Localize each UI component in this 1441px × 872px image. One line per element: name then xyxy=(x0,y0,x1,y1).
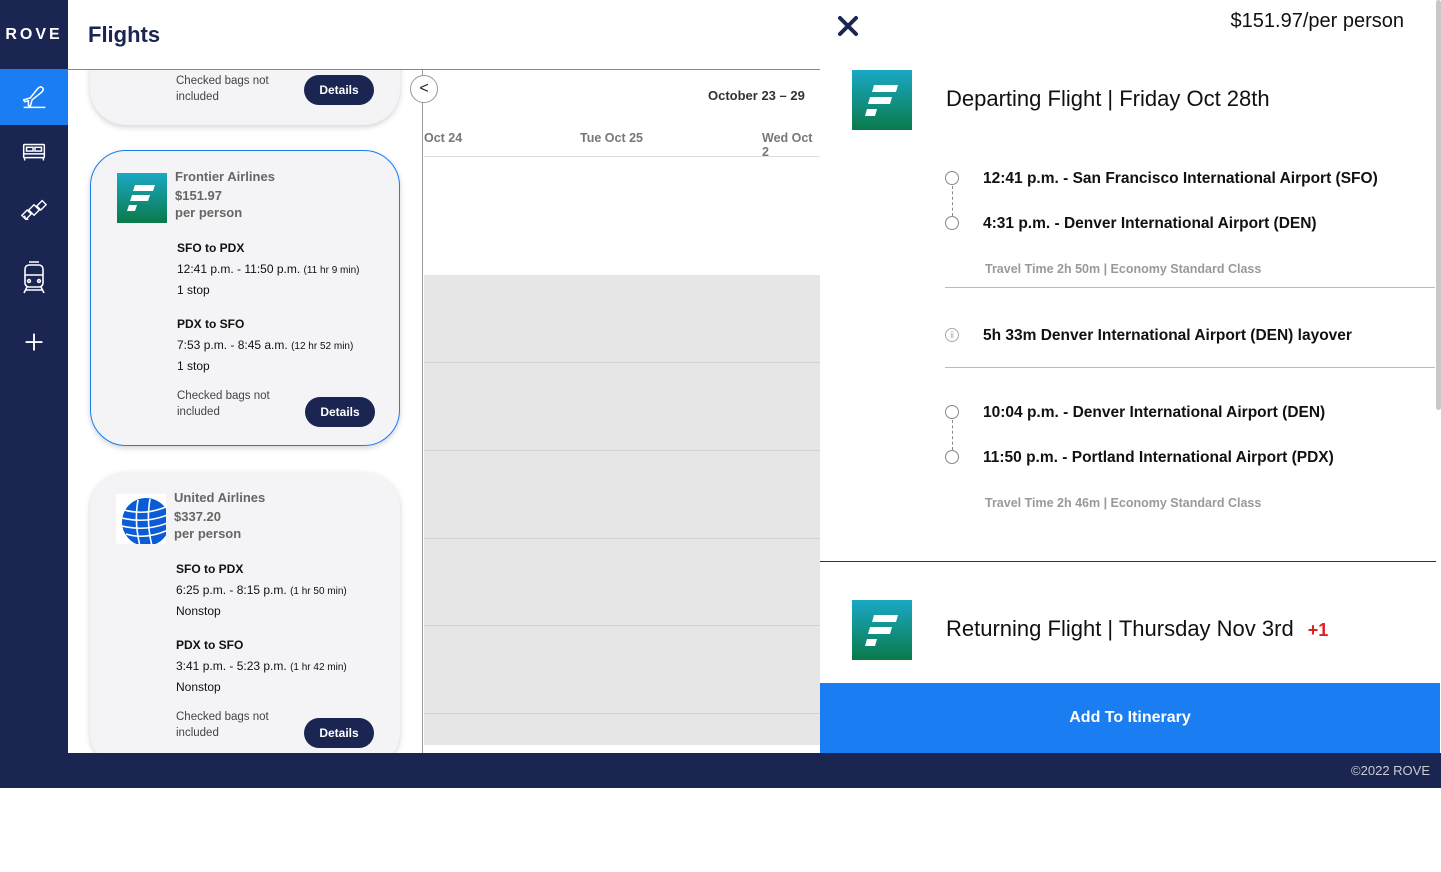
calendar-row-line xyxy=(424,713,820,714)
details-button[interactable]: Details xyxy=(304,718,374,748)
departing-flight-heading: Departing Flight | Friday Oct 28th xyxy=(946,86,1270,111)
segment-return: PDX to SFO 3:41 p.m. - 5:23 p.m. (1 hr 4… xyxy=(176,638,347,694)
bed-icon xyxy=(22,143,46,161)
calendar-row-line xyxy=(424,538,820,539)
airline-price: $151.97 xyxy=(175,188,222,203)
page-title: Flights xyxy=(88,22,161,47)
day-offset-badge: +1 xyxy=(1307,620,1329,640)
train-icon xyxy=(23,261,45,294)
price-per-person: $151.97/per person xyxy=(1230,10,1404,32)
nav-hotels[interactable] xyxy=(0,124,68,180)
calendar-grid[interactable] xyxy=(424,275,820,745)
details-button[interactable]: Details xyxy=(305,397,375,427)
calendar-row-line xyxy=(424,450,820,451)
details-button[interactable]: Details xyxy=(304,75,374,105)
divider xyxy=(945,287,1435,288)
satellite-icon xyxy=(20,199,48,221)
collapse-list-button[interactable]: < xyxy=(410,75,438,103)
day-header: Tue Oct 25 xyxy=(580,131,643,145)
nav-flights[interactable] xyxy=(0,69,68,125)
flight-card-frontier[interactable]: Frontier Airlines $151.97 per person SFO… xyxy=(90,150,400,446)
plus-icon xyxy=(25,333,43,351)
bags-note: Checked bags not included xyxy=(177,390,270,418)
airline-name: Frontier Airlines xyxy=(175,169,275,184)
frontier-logo-icon xyxy=(852,600,912,660)
stop-marker xyxy=(945,171,959,185)
per-person-label: per person xyxy=(174,526,242,541)
airline-name: United Airlines xyxy=(174,490,266,505)
bags-note: Checked bags not included xyxy=(176,75,269,103)
detail-scrollbar[interactable] xyxy=(1436,0,1441,410)
leg1-travel-time: Travel Time 2h 50m | Economy Standard Cl… xyxy=(985,262,1262,276)
nav-trains[interactable] xyxy=(0,248,68,308)
flight-card[interactable]: Checked bags not included Details xyxy=(90,70,400,125)
per-person-label: per person xyxy=(175,205,243,220)
bags-note: Checked bags not included xyxy=(176,711,269,739)
calendar-row-line xyxy=(424,625,820,626)
flight-card-united[interactable]: United Airlines $337.20 per person SFO t… xyxy=(90,472,400,753)
leg1-departure: 12:41 p.m. - San Francisco International… xyxy=(983,170,1378,187)
segment-outbound: SFO to PDX 6:25 p.m. - 8:15 p.m. (1 hr 5… xyxy=(176,562,347,618)
leg2-departure: 10:04 p.m. - Denver International Airpor… xyxy=(983,404,1326,421)
top-bar: Flights xyxy=(68,0,820,70)
add-to-itinerary-button[interactable]: Add To Itinerary xyxy=(820,683,1440,753)
section-divider xyxy=(820,561,1436,562)
calendar-row-line xyxy=(424,362,820,363)
week-range-label: October 23 – 29 xyxy=(708,88,805,103)
stop-marker xyxy=(945,405,959,419)
leg2-arrival: 11:50 p.m. - Portland International Airp… xyxy=(983,449,1334,466)
calendar-view[interactable]: October 23 – 29 Oct 24 Tue Oct 25 Wed Oc… xyxy=(424,70,820,745)
rove-logo[interactable]: ROVE xyxy=(0,0,68,69)
layover-icon: ⅱ xyxy=(945,328,959,342)
nav-activities[interactable] xyxy=(0,182,68,238)
leg1-arrival: 4:31 p.m. - Denver International Airport… xyxy=(983,215,1317,232)
leg2-travel-time: Travel Time 2h 46m | Economy Standard Cl… xyxy=(985,496,1262,510)
calendar-divider xyxy=(424,156,820,157)
frontier-logo-icon xyxy=(852,70,912,130)
footer: ©2022 ROVE xyxy=(0,753,1441,788)
close-icon[interactable] xyxy=(834,12,862,40)
segment-outbound: SFO to PDX 12:41 p.m. - 11:50 p.m. (11 h… xyxy=(177,241,360,297)
route-line xyxy=(952,420,953,450)
stop-marker xyxy=(945,450,959,464)
day-header: Wed Oct 2 xyxy=(762,131,813,159)
united-logo-icon xyxy=(116,494,166,544)
flight-detail-panel: $151.97/per person Departing Flight | Fr… xyxy=(820,0,1440,753)
divider xyxy=(945,367,1435,368)
nav-add[interactable] xyxy=(0,314,68,370)
stop-marker xyxy=(945,216,959,230)
layover-info: 5h 33m Denver International Airport (DEN… xyxy=(983,327,1352,344)
plane-icon xyxy=(22,86,46,109)
airline-price: $337.20 xyxy=(174,509,221,524)
flight-results-list[interactable]: Checked bags not included Details Fronti… xyxy=(68,70,423,753)
route-line xyxy=(952,186,953,216)
frontier-logo-icon xyxy=(117,173,167,223)
copyright: ©2022 ROVE xyxy=(1351,763,1430,778)
day-header: Oct 24 xyxy=(424,131,463,145)
side-navigation: ROVE xyxy=(0,0,68,753)
segment-return: PDX to SFO 7:53 p.m. - 8:45 a.m. (12 hr … xyxy=(177,317,354,373)
returning-flight-heading: Returning Flight | Thursday Nov 3rd +1 xyxy=(946,616,1329,641)
